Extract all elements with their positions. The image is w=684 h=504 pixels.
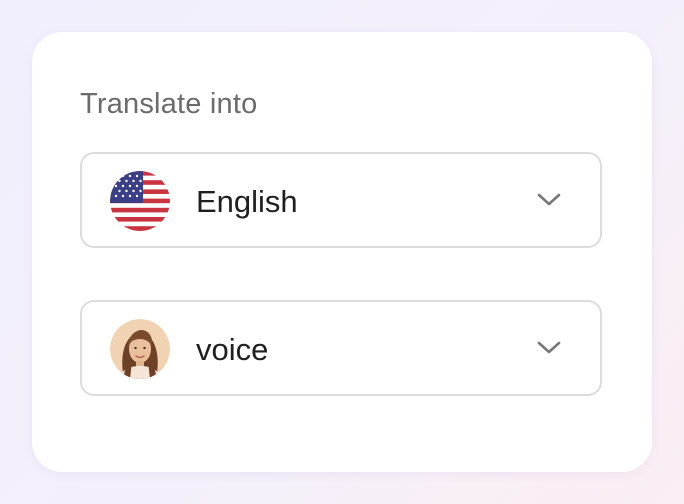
- language-select-value: English: [196, 184, 298, 219]
- voice-select[interactable]: voice: [80, 300, 602, 396]
- us-flag-icon: [110, 171, 170, 231]
- panel-heading: Translate into: [80, 88, 258, 120]
- translate-panel: Translate into English voice: [32, 32, 652, 472]
- chevron-down-icon[interactable]: [536, 340, 562, 356]
- chevron-down-icon[interactable]: [536, 192, 562, 208]
- voice-select-value: voice: [196, 332, 269, 367]
- language-select[interactable]: English: [80, 152, 602, 248]
- voice-avatar: [110, 319, 170, 379]
